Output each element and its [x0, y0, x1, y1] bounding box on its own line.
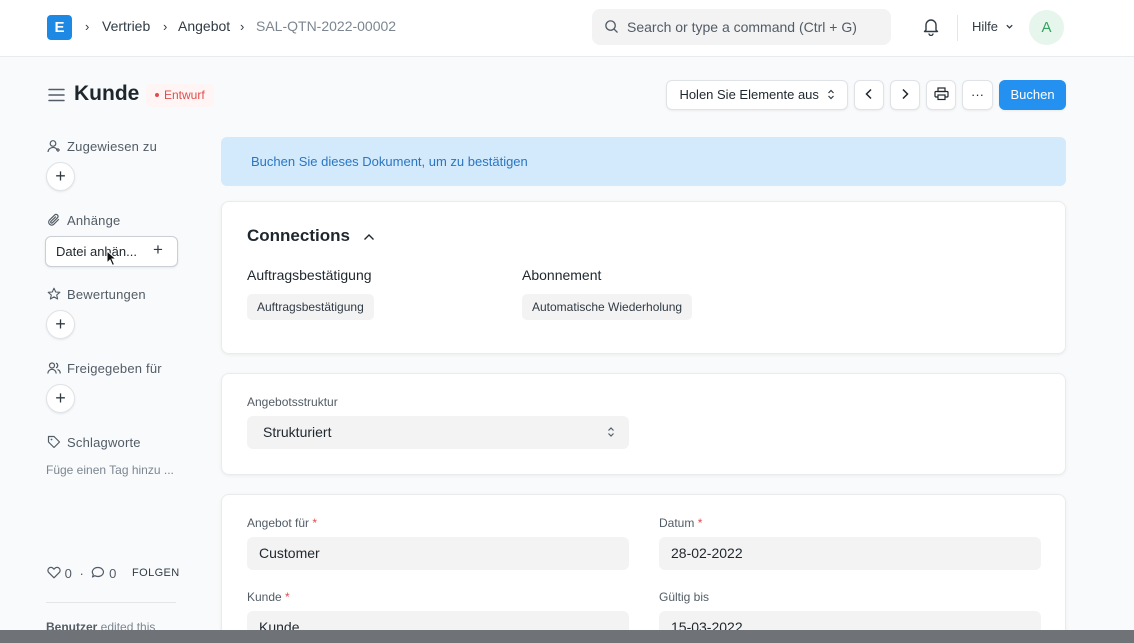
connections-header[interactable]: Connections [247, 226, 375, 246]
chevron-right-icon: › [85, 19, 90, 34]
add-assignee-button[interactable]: + [46, 162, 75, 191]
sidebar-toggle-icon[interactable] [48, 88, 65, 102]
submit-button[interactable]: Buchen [999, 80, 1066, 110]
chevron-right-icon: › [240, 19, 245, 34]
previous-doc-button[interactable] [854, 80, 884, 110]
required-marker: * [312, 516, 318, 530]
select-arrows-icon [608, 427, 614, 437]
users-icon [47, 362, 61, 374]
comments-count: 0 [109, 566, 117, 582]
add-tag-link[interactable]: Füge einen Tag hinzu ... [46, 461, 176, 480]
select-arrows-icon [827, 89, 834, 100]
customer-label-text: Kunde [247, 590, 282, 604]
add-review-button[interactable]: + [46, 310, 75, 339]
comment-icon[interactable] [91, 566, 105, 579]
get-items-button[interactable]: Holen Sie Elemente aus [666, 80, 848, 110]
shared-with-text: Freigegeben für [67, 361, 162, 376]
assigned-to-label: Zugewiesen zu [47, 139, 157, 154]
connection-group-heading: Abonnement [522, 267, 602, 283]
reviews-label: Bewertungen [47, 287, 146, 302]
get-items-label: Holen Sie Elemente aus [679, 87, 819, 102]
mouse-cursor-icon [106, 250, 117, 267]
window-bottom-edge [0, 630, 1134, 643]
customer-label: Kunde * [247, 590, 290, 604]
breadcrumb-document[interactable]: SAL-QTN-2022-00002 [256, 18, 396, 34]
plus-icon: + [153, 240, 163, 259]
sidebar-divider [46, 602, 176, 603]
breadcrumb-angebot[interactable]: Angebot [178, 18, 230, 34]
quotation-to-label-text: Angebot für [247, 516, 310, 530]
separator-dot: · [79, 566, 84, 582]
chevron-up-icon [363, 234, 374, 240]
connections-card: Connections Auftragsbestätigung Auftrags… [221, 201, 1066, 354]
tags-label: Schlagworte [47, 435, 141, 450]
quotation-to-label: Angebot für * [247, 516, 317, 530]
likes-count: 0 [64, 566, 72, 582]
status-badge: Entwurf [146, 84, 214, 107]
user-add-icon [47, 140, 60, 153]
more-actions-button[interactable]: ··· [962, 80, 993, 110]
quotation-to-field[interactable]: Customer [247, 537, 629, 570]
date-label: Datum * [659, 516, 702, 530]
chevron-down-icon [1005, 24, 1013, 29]
connection-group-heading: Auftragsbestätigung [247, 267, 372, 283]
connections-title: Connections [247, 226, 350, 245]
printer-icon [933, 87, 949, 101]
notification-bell-icon[interactable] [922, 17, 940, 36]
app-logo[interactable]: E [47, 15, 72, 40]
date-label-text: Datum [659, 516, 695, 530]
help-label: Hilfe [972, 19, 999, 34]
shared-with-label: Freigegeben für [47, 361, 162, 376]
structure-label: Angebotsstruktur [247, 395, 338, 409]
attachments-text: Anhänge [67, 213, 121, 228]
status-text: Entwurf [164, 88, 205, 102]
date-field[interactable]: 28-02-2022 [659, 537, 1041, 570]
attachments-label: Anhänge [47, 213, 120, 228]
required-marker: * [697, 516, 703, 530]
chevron-right-icon [902, 88, 909, 100]
status-dot [155, 92, 159, 97]
structure-card: Angebotsstruktur Strukturiert [221, 373, 1066, 475]
help-dropdown[interactable]: Hilfe [972, 19, 1014, 34]
submit-alert: Buchen Sie dieses Dokument, um zu bestät… [221, 137, 1066, 186]
paperclip-icon [48, 213, 60, 226]
search-bar[interactable] [592, 9, 891, 45]
user-avatar[interactable]: A [1029, 10, 1064, 45]
follow-button[interactable]: FOLGEN [132, 567, 180, 579]
navbar: E › Vertrieb › Angebot › SAL-QTN-2022-00… [0, 0, 1134, 57]
tags-text: Schlagworte [67, 435, 141, 450]
assigned-to-text: Zugewiesen zu [67, 139, 158, 154]
required-marker: * [285, 590, 290, 604]
connection-link-auto-repeat[interactable]: Automatische Wiederholung [522, 294, 693, 320]
attach-file-label: Datei anhän... [56, 244, 137, 259]
tag-icon [47, 435, 61, 449]
star-icon [47, 287, 61, 300]
navbar-divider [957, 15, 958, 41]
structure-value: Strukturiert [263, 424, 332, 440]
likes-comments: 0 · 0 [47, 565, 116, 581]
chevron-right-icon: › [163, 19, 168, 34]
structure-select[interactable]: Strukturiert [247, 416, 629, 449]
next-doc-button[interactable] [890, 80, 920, 110]
search-input[interactable] [627, 9, 887, 45]
valid-till-label: Gültig bis [659, 590, 710, 604]
search-icon [605, 20, 618, 33]
breadcrumb-vertrieb[interactable]: Vertrieb [102, 18, 150, 34]
reviews-text: Bewertungen [67, 287, 146, 302]
print-button[interactable] [926, 80, 956, 110]
connection-link-sales-order[interactable]: Auftragsbestätigung [247, 294, 374, 320]
heart-icon[interactable] [47, 566, 61, 579]
page-title: Kunde [74, 82, 140, 105]
chevron-left-icon [865, 88, 872, 100]
add-share-button[interactable]: + [46, 384, 75, 413]
details-card: Angebot für * Customer Datum * 28-02-202… [221, 494, 1066, 643]
